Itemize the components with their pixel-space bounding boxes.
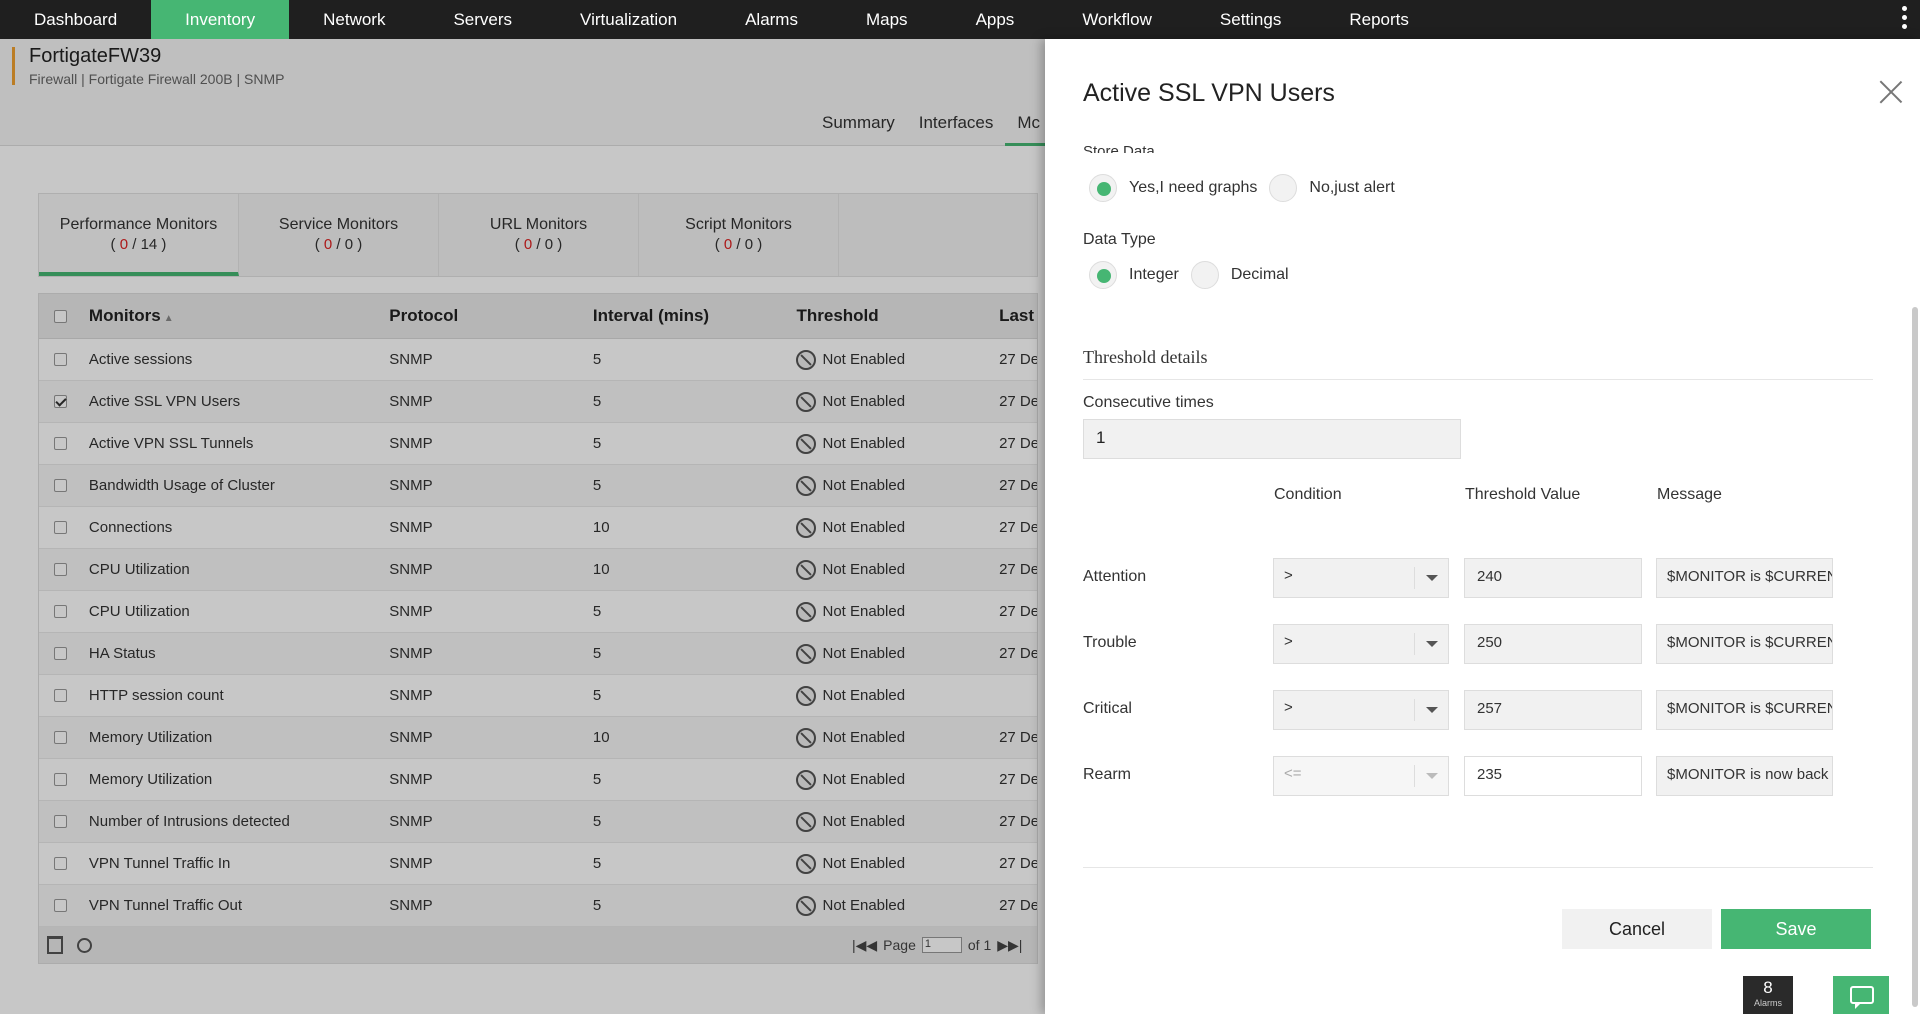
threshold-value-input[interactable]: 240 [1464, 558, 1642, 598]
chat-button[interactable] [1833, 976, 1889, 1014]
message-header: Message [1657, 486, 1722, 503]
data-type-options: Integer Decimal [1089, 261, 1301, 289]
divider [1083, 867, 1873, 868]
threshold-value-header: Threshold Value [1465, 486, 1581, 503]
message-input[interactable]: $MONITOR is $CURRENT_VALUE [1656, 624, 1833, 664]
store-data-label: Store Data [1083, 143, 1155, 153]
threshold-value-input[interactable]: 250 [1464, 624, 1642, 664]
data-type-label: Data Type [1083, 231, 1156, 248]
modal-overlay[interactable] [0, 39, 1045, 1014]
radio-integer-label: Integer [1129, 266, 1179, 283]
radio-decimal-label: Decimal [1230, 266, 1289, 283]
nav-virtualization[interactable]: Virtualization [546, 0, 711, 39]
nav-workflow[interactable]: Workflow [1048, 0, 1186, 39]
threshold-details-title: Threshold details [1083, 347, 1208, 367]
top-nav: Dashboard Inventory Network Servers Virt… [0, 0, 1920, 39]
chevron-down-icon [1414, 567, 1448, 589]
condition-select[interactable]: <= [1273, 756, 1449, 796]
nav-network[interactable]: Network [289, 0, 419, 39]
nav-servers[interactable]: Servers [419, 0, 546, 39]
radio-store-no[interactable] [1269, 174, 1298, 202]
radio-integer[interactable] [1089, 261, 1117, 289]
nav-reports[interactable]: Reports [1315, 0, 1443, 39]
condition-header: Condition [1274, 486, 1342, 503]
condition-select[interactable]: > [1273, 690, 1449, 730]
close-icon[interactable] [1878, 79, 1904, 105]
message-input[interactable]: $MONITOR is $CURRENT_VALUE [1656, 558, 1833, 598]
nav-dashboard[interactable]: Dashboard [0, 0, 151, 39]
edit-monitor-panel: Active SSL VPN Users Store Data Yes,I ne… [1045, 39, 1920, 1014]
save-button[interactable]: Save [1721, 909, 1871, 949]
chevron-down-icon [1414, 699, 1448, 721]
divider [1083, 379, 1873, 380]
threshold-label: Attention [1083, 568, 1147, 585]
consecutive-times-input[interactable]: 1 [1083, 419, 1461, 459]
message-input[interactable]: $MONITOR is now back to normal [1656, 756, 1833, 796]
chat-icon [1850, 986, 1874, 1009]
threshold-label: Critical [1083, 700, 1132, 717]
cancel-button[interactable]: Cancel [1562, 909, 1712, 949]
radio-store-no-label: No,just alert [1309, 179, 1395, 196]
panel-scrollbar[interactable] [1912, 307, 1918, 1007]
alarm-count: 8 [1763, 978, 1773, 997]
threshold-label: Rearm [1083, 766, 1132, 783]
more-menu-icon[interactable] [1902, 6, 1908, 29]
consecutive-times-label: Consecutive times [1083, 394, 1214, 411]
radio-store-yes-label: Yes,I need graphs [1129, 179, 1258, 196]
nav-inventory[interactable]: Inventory [151, 0, 290, 39]
nav-apps[interactable]: Apps [942, 0, 1049, 39]
chevron-down-icon [1414, 633, 1448, 655]
threshold-label: Trouble [1083, 634, 1137, 651]
alarm-label: Alarms [1753, 998, 1782, 1008]
radio-decimal[interactable] [1190, 261, 1219, 289]
threshold-value-input[interactable]: 235 [1464, 756, 1642, 796]
radio-store-yes[interactable] [1089, 174, 1117, 202]
condition-select[interactable]: > [1273, 624, 1449, 664]
condition-select[interactable]: > [1273, 558, 1449, 598]
nav-settings[interactable]: Settings [1186, 0, 1315, 39]
alarms-badge[interactable]: 8 Alarms [1743, 976, 1793, 1014]
panel-title: Active SSL VPN Users [1083, 79, 1335, 107]
threshold-value-input[interactable]: 257 [1464, 690, 1642, 730]
nav-alarms[interactable]: Alarms [711, 0, 832, 39]
nav-maps[interactable]: Maps [832, 0, 942, 39]
message-input[interactable]: $MONITOR is $CURRENT_VALUE [1656, 690, 1833, 730]
store-data-options: Yes,I need graphs No,just alert [1089, 174, 1407, 202]
chevron-down-icon [1414, 765, 1448, 787]
